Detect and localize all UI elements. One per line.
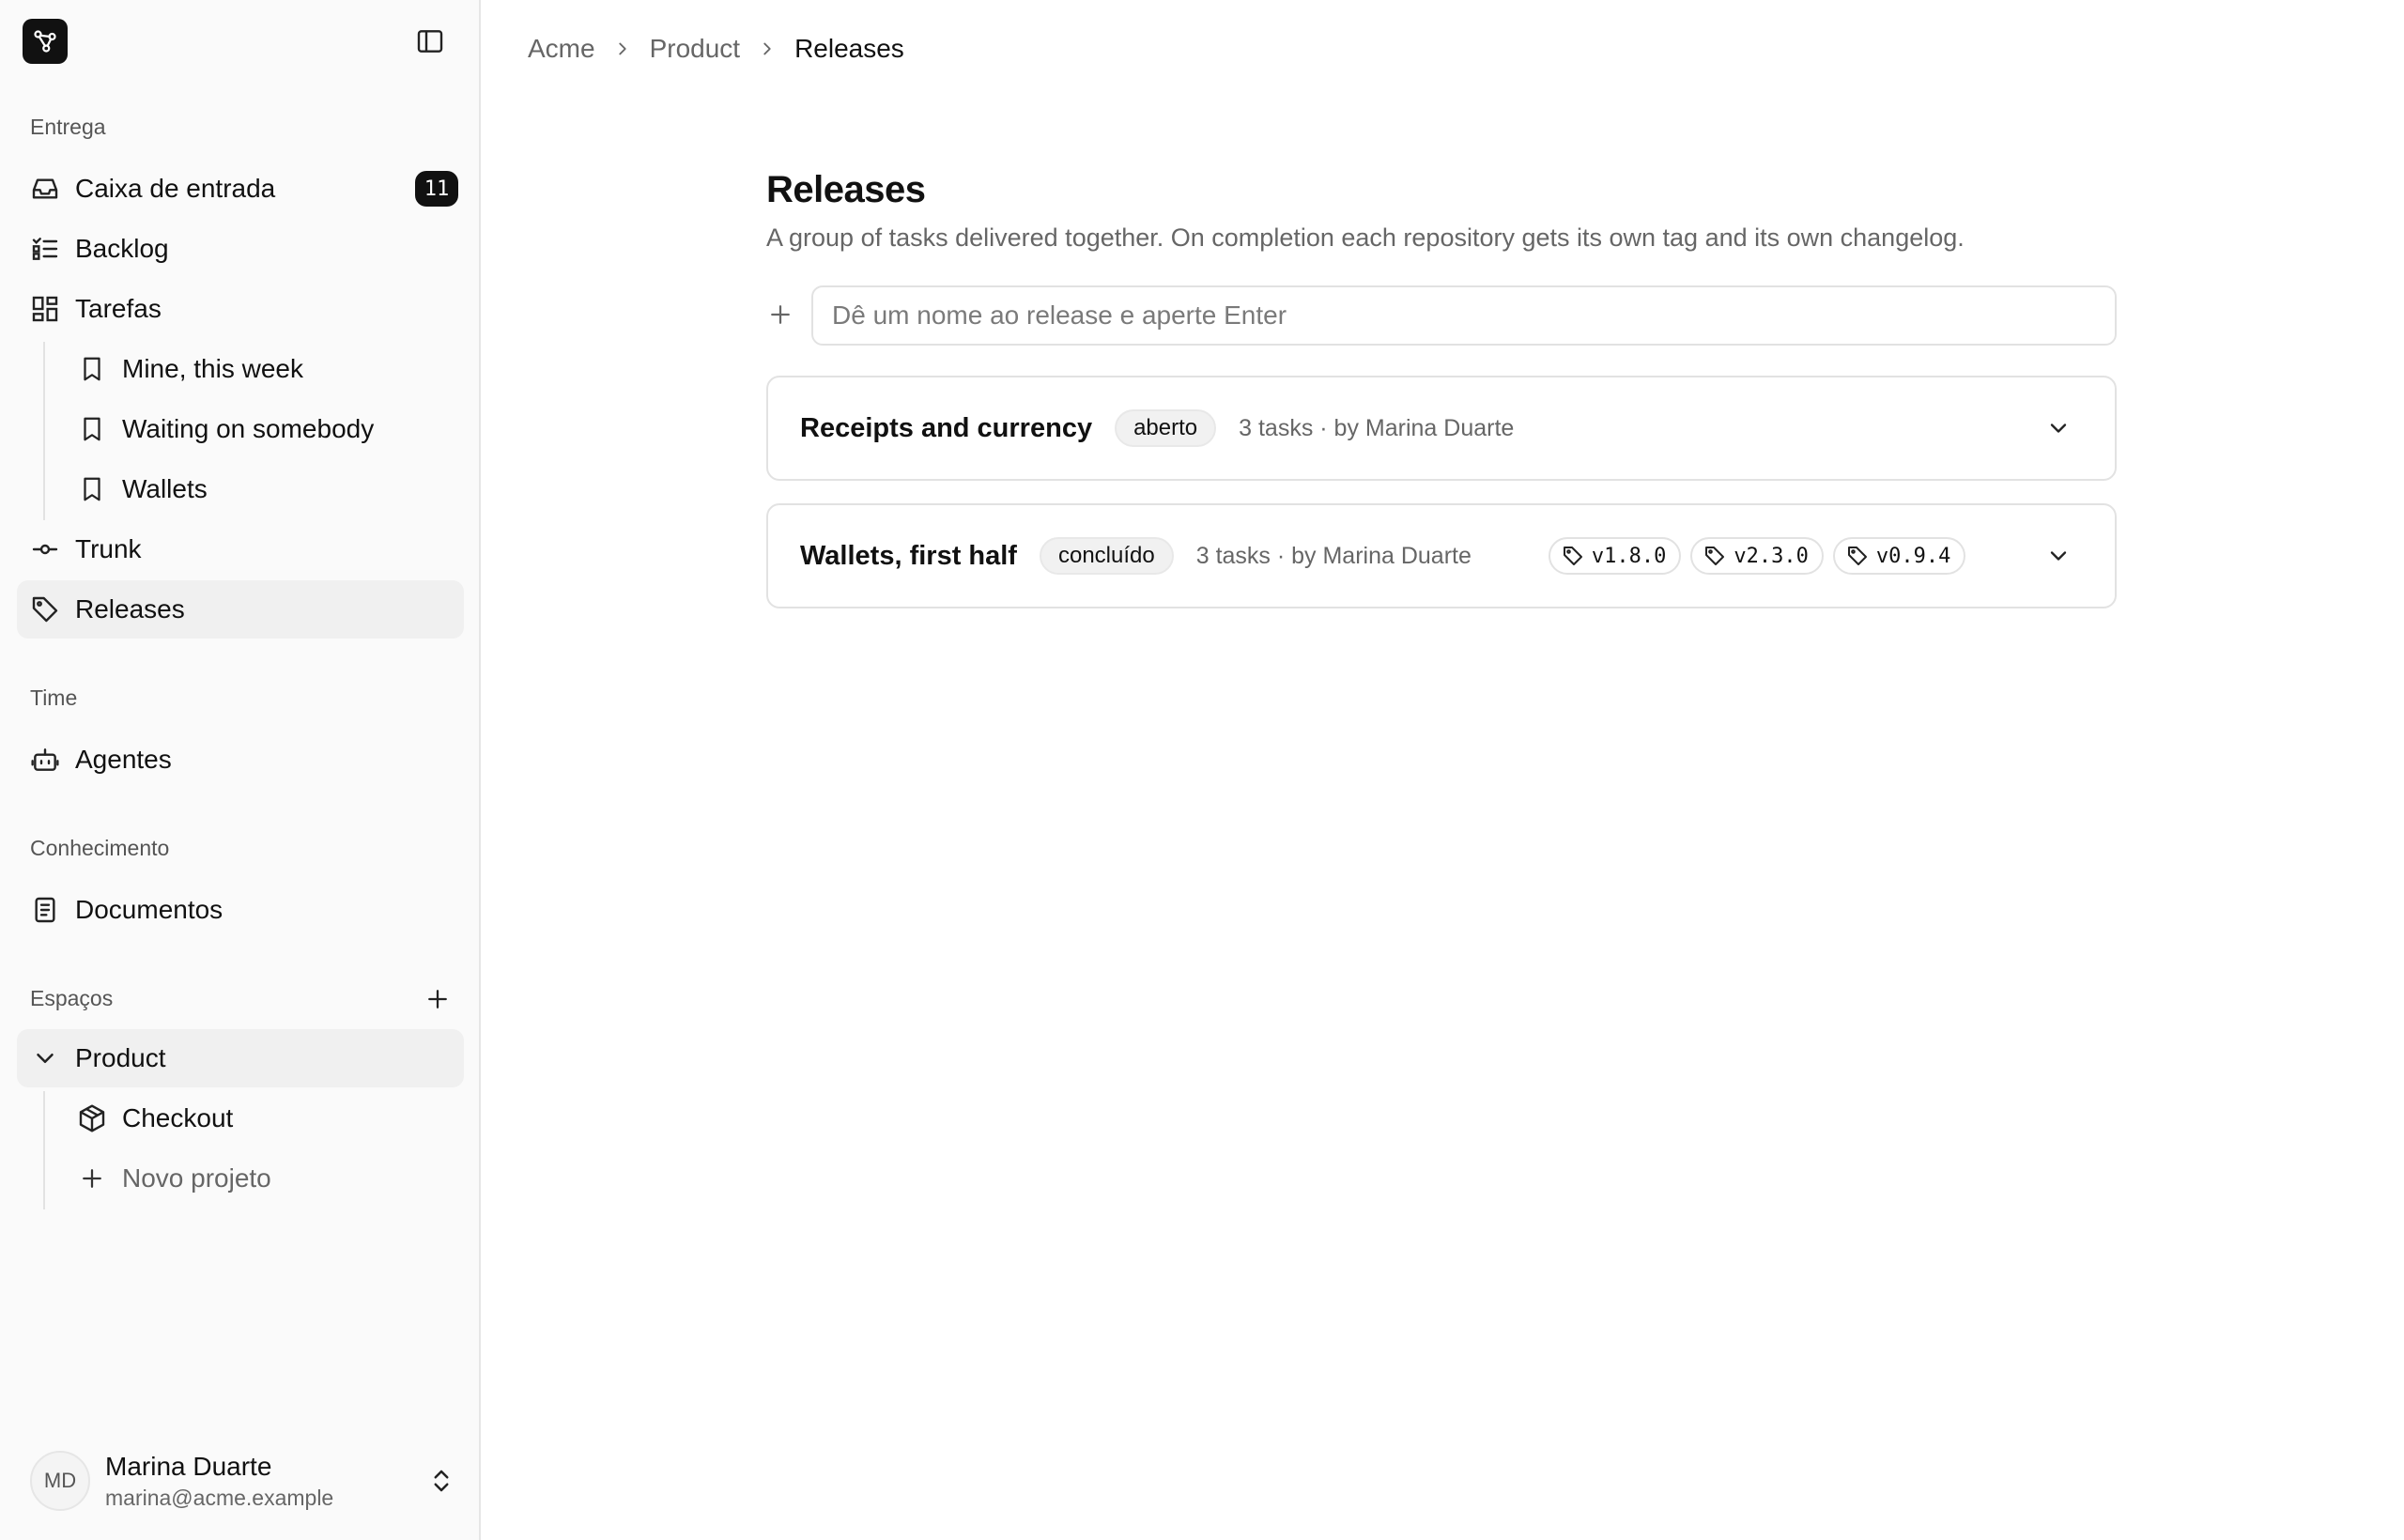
status-badge: aberto (1115, 409, 1217, 447)
user-info: Marina Duarte marina@acme.example (105, 1450, 424, 1512)
sidebar-item-tasks[interactable]: Tarefas (17, 280, 464, 338)
sidebar-item-label: Mine, this week (122, 354, 303, 383)
status-badge: concluído (1039, 537, 1174, 575)
sidebar-item-label: Tarefas (75, 294, 162, 323)
release-meta: 3 tasks · by Marina Duarte (1239, 414, 1515, 441)
package-icon (75, 1101, 109, 1135)
sidebar-item-label: Releases (75, 594, 185, 624)
sidebar: Entrega Caixa de entrada 11 Backlog Tare… (0, 0, 481, 1540)
release-card-wallets-first-half[interactable]: Wallets, first half concluído 3 tasks · … (766, 503, 2117, 608)
bookmark-icon (75, 472, 109, 506)
sidebar-item-label: Waiting on somebody (122, 414, 375, 443)
sidebar-item-releases[interactable]: Releases (17, 580, 464, 639)
page-description: A group of tasks delivered together. On … (766, 223, 1965, 252)
chevron-right-icon (757, 38, 778, 59)
sidebar-item-label: Backlog (75, 234, 169, 263)
sidebar-item-label: Agentes (75, 745, 172, 774)
sidebar-toggle-icon (417, 30, 443, 53)
space-product[interactable]: Product (17, 1029, 464, 1087)
tag-icon (1847, 547, 1867, 565)
breadcrumb: Acme Product Releases (528, 34, 904, 64)
release-name: Receipts and currency (800, 412, 1093, 443)
sidebar-item-agents[interactable]: Agentes (17, 731, 464, 789)
collapse-sidebar-button[interactable] (413, 24, 447, 58)
breadcrumb-item-releases: Releases (794, 34, 904, 63)
bookmark-icon (75, 412, 109, 446)
chevron-down-icon (2050, 424, 2067, 433)
section-label-team: Time (30, 685, 78, 710)
project-label: Checkout (122, 1103, 234, 1132)
app-logo[interactable] (23, 19, 68, 64)
sidebar-view-mine-this-week[interactable]: Mine, this week (17, 340, 464, 398)
sidebar-item-label: Wallets (122, 474, 208, 503)
sidebar-item-label: Caixa de entrada (75, 174, 276, 203)
tag-icon (1563, 547, 1582, 565)
list-checks-icon (28, 232, 62, 266)
release-meta: 3 tasks · by Marina Duarte (1195, 542, 1472, 569)
breadcrumb-item-acme[interactable]: Acme (528, 34, 595, 64)
repo-tag[interactable]: v1.8.0 (1548, 537, 1682, 575)
project-checkout[interactable]: Checkout (17, 1089, 464, 1147)
chevrons-up-down-icon (424, 1464, 458, 1498)
sidebar-item-documents[interactable]: Documentos (17, 881, 464, 939)
plus-icon (75, 1162, 109, 1195)
repo-tag[interactable]: v2.3.0 (1690, 537, 1824, 575)
expand-release-button[interactable] (2040, 409, 2077, 447)
add-space-button[interactable] (421, 982, 455, 1016)
bookmark-icon (75, 352, 109, 386)
sidebar-item-label: Trunk (75, 534, 142, 563)
space-label: Product (75, 1043, 166, 1072)
breadcrumb-item-product[interactable]: Product (650, 34, 741, 64)
release-tags: v1.8.0 v2.3.0 v0.9.4 (1548, 537, 1975, 575)
tag-icon (1705, 547, 1725, 565)
expand-release-button[interactable] (2040, 537, 2077, 575)
git-commit-icon (28, 532, 62, 566)
new-project-label: Novo projeto (122, 1163, 271, 1193)
dashboard-icon (28, 292, 62, 326)
new-release-input[interactable] (811, 285, 2117, 346)
inbox-count-badge: 11 (415, 171, 458, 207)
logo-icon (34, 30, 56, 53)
sidebar-item-inbox[interactable]: Caixa de entrada 11 (17, 160, 464, 218)
sidebar-view-wallets[interactable]: Wallets (17, 460, 464, 518)
user-email: marina@acme.example (105, 1486, 334, 1510)
sidebar-view-waiting-on-somebody[interactable]: Waiting on somebody (17, 400, 464, 458)
repo-tag-label: v0.9.4 (1875, 544, 1951, 568)
document-icon (28, 893, 62, 927)
user-name: Marina Duarte (105, 1452, 272, 1481)
release-card-receipts-and-currency[interactable]: Receipts and currency aberto 3 tasks · b… (766, 376, 2117, 481)
avatar: MD (30, 1451, 90, 1511)
section-label-knowledge: Conhecimento (30, 836, 170, 860)
page-title: Releases (766, 169, 926, 210)
release-name: Wallets, first half (800, 540, 1017, 571)
plus-icon (428, 990, 447, 1009)
new-project-button[interactable]: Novo projeto (17, 1149, 464, 1208)
inbox-icon (28, 172, 62, 206)
sidebar-item-label: Documentos (75, 895, 223, 924)
bot-icon (28, 743, 62, 777)
section-label-spaces: Espaços (30, 986, 114, 1010)
chevron-right-icon (612, 38, 633, 59)
sidebar-item-backlog[interactable]: Backlog (17, 220, 464, 278)
plus-icon (764, 299, 796, 331)
user-menu[interactable]: MD Marina Duarte marina@acme.example (30, 1450, 458, 1512)
chevron-down-icon (28, 1041, 62, 1075)
chevron-down-icon (2050, 551, 2067, 561)
tag-icon (28, 593, 62, 626)
section-label-delivery: Entrega (30, 115, 106, 139)
repo-tag-label: v1.8.0 (1591, 544, 1667, 568)
sidebar-item-trunk[interactable]: Trunk (17, 520, 464, 578)
repo-tag[interactable]: v0.9.4 (1832, 537, 1966, 575)
repo-tag-label: v2.3.0 (1734, 544, 1809, 568)
